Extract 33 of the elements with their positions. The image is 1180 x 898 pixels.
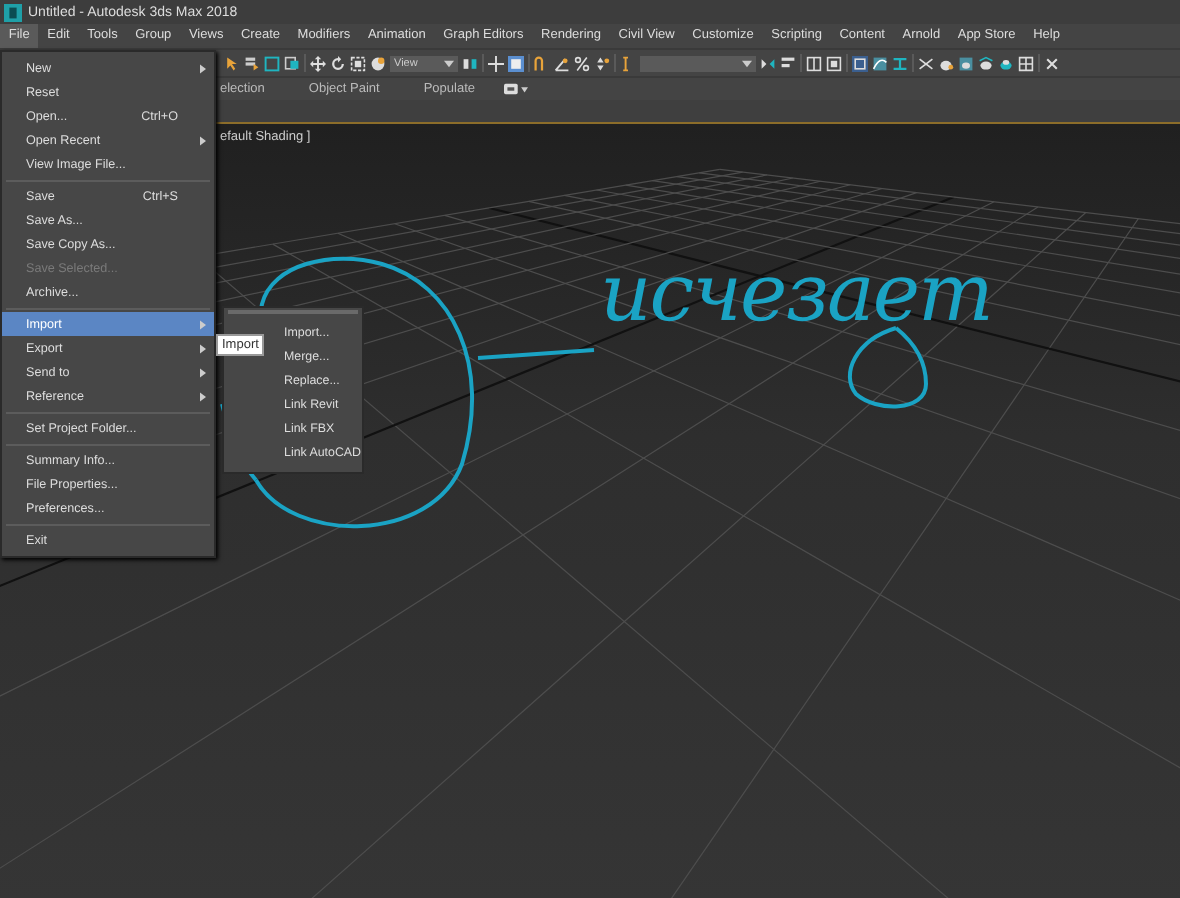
select-icon[interactable] <box>224 55 240 71</box>
align-icon[interactable] <box>780 55 796 71</box>
rectangle-select-icon[interactable] <box>264 55 280 71</box>
schematic-icon[interactable] <box>892 55 908 71</box>
render-frame-icon[interactable] <box>958 55 974 71</box>
scribbled-line-drawing <box>476 348 596 360</box>
close-icon[interactable] <box>1044 55 1060 71</box>
angle-snap-icon[interactable] <box>554 55 570 71</box>
scale-icon[interactable] <box>350 55 366 71</box>
mirror-icon[interactable] <box>760 55 776 71</box>
percent-snap-icon[interactable] <box>574 55 590 71</box>
rotate-icon[interactable] <box>330 55 346 71</box>
select-list-icon[interactable] <box>244 55 260 71</box>
dropdown-caret-icon <box>444 59 454 67</box>
crosshair-icon[interactable] <box>488 55 504 71</box>
pivot-icon[interactable] <box>462 55 478 71</box>
layer-panel-icon[interactable] <box>806 55 822 71</box>
keyboard-shortcut-icon[interactable] <box>508 55 524 71</box>
active-shade-icon[interactable] <box>998 55 1014 71</box>
ribbon-options-icon[interactable] <box>503 82 527 96</box>
grid-icon[interactable] <box>1018 55 1034 71</box>
ribbon-toggle-icon[interactable] <box>852 55 868 71</box>
handwritten-note: исчезает <box>600 248 992 340</box>
app-logo-icon <box>4 3 22 21</box>
sphere-icon[interactable] <box>370 55 386 71</box>
spinner-snap-icon[interactable] <box>594 55 610 71</box>
move-icon[interactable] <box>310 55 326 71</box>
window-crossing-icon[interactable] <box>284 55 300 71</box>
dropdown-caret-icon <box>742 59 752 67</box>
curve-editor-icon[interactable] <box>872 55 888 71</box>
render-icon[interactable] <box>978 55 994 71</box>
teapot-icon[interactable] <box>938 55 954 71</box>
panel-icon[interactable] <box>826 55 842 71</box>
